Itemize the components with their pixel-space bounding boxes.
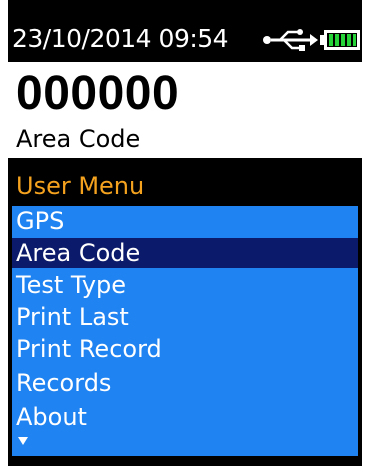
menu-item-label: Records bbox=[16, 369, 112, 397]
user-menu-list[interactable]: GPS Area Code Test Type Print Last Print… bbox=[12, 206, 358, 456]
usb-icon bbox=[263, 29, 318, 51]
menu-item-records[interactable]: Records bbox=[12, 368, 358, 398]
device-screen: 23/10/2014 09:54 000000 Area Code User M… bbox=[8, 0, 362, 466]
menu-item-label: Area Code bbox=[16, 239, 141, 267]
menu-item-area-code[interactable]: Area Code bbox=[12, 238, 358, 268]
value-panel: 000000 Area Code bbox=[8, 62, 362, 158]
menu-item-print-record[interactable]: Print Record bbox=[12, 334, 358, 364]
status-bar: 23/10/2014 09:54 bbox=[8, 18, 362, 62]
menu-item-about[interactable]: About bbox=[12, 402, 358, 432]
menu-item-print-last[interactable]: Print Last bbox=[12, 302, 358, 332]
menu-item-test-type[interactable]: Test Type bbox=[12, 270, 358, 300]
area-code-label: Area Code bbox=[16, 125, 141, 153]
menu-item-label: About bbox=[16, 403, 87, 431]
battery-full-icon bbox=[320, 30, 360, 50]
menu-title-text: User Menu bbox=[16, 172, 145, 200]
menu-item-label: Print Record bbox=[16, 335, 162, 363]
menu-item-label: GPS bbox=[16, 207, 65, 235]
menu-item-gps[interactable]: GPS bbox=[12, 206, 358, 236]
menu-title: User Menu bbox=[8, 168, 362, 204]
scroll-down-arrow-icon[interactable] bbox=[18, 436, 28, 446]
area-code-value: 000000 bbox=[16, 67, 180, 120]
status-datetime: 23/10/2014 09:54 bbox=[12, 24, 229, 53]
menu-item-label: Print Last bbox=[16, 303, 129, 331]
menu-item-label: Test Type bbox=[16, 271, 127, 299]
